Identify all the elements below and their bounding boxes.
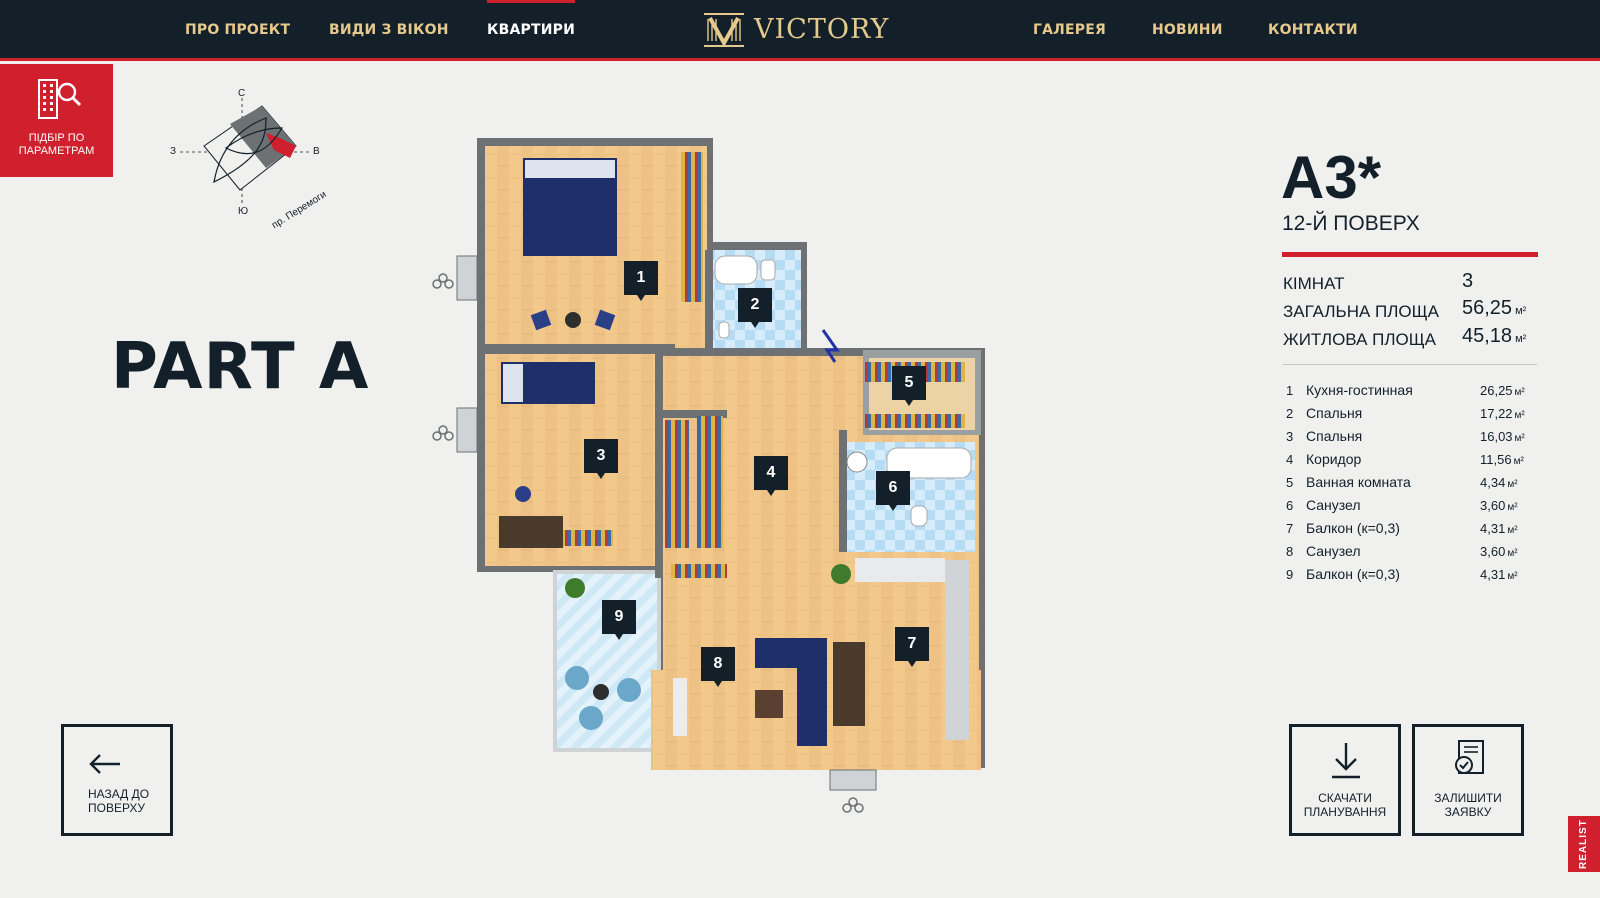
back-button-label: НАЗАД ДО ПОВЕРХУ (88, 787, 150, 815)
arrow-left-icon (89, 754, 120, 774)
plan-badge-6[interactable]: 6 (876, 471, 910, 511)
nav-news[interactable]: НОВИНИ (1152, 0, 1223, 61)
nav-gallery[interactable]: ГАЛЕРЕЯ (1033, 0, 1106, 61)
room-row-name: Санузел (1306, 497, 1361, 513)
stat-value-rooms: 3 (1462, 270, 1474, 292)
plan-badge-2[interactable]: 2 (738, 288, 772, 328)
room-row-area: 11,56 м² (1480, 452, 1524, 467)
plan-badge-4[interactable]: 4 (754, 456, 788, 496)
back-to-floor-button[interactable]: НАЗАД ДО ПОВЕРХУ (61, 724, 173, 836)
compass-north: С (238, 88, 246, 99)
room-row-area: 4,34 м² (1480, 475, 1518, 490)
plan-badge-3[interactable]: 3 (584, 439, 618, 479)
compass-south: Ю (238, 206, 249, 217)
download-icon (1332, 743, 1360, 779)
room-row-num: 3 (1286, 429, 1294, 444)
apartment-code: А3* (1281, 144, 1382, 211)
realist-badge[interactable]: REALIST (1568, 816, 1600, 872)
room-row-name: Коридор (1306, 451, 1362, 467)
apartment-floor: 12-Й ПОВЕРХ (1282, 212, 1420, 235)
stat-label-living-area: ЖИТЛОВА ПЛОЩА (1283, 330, 1437, 349)
floorplan-drawing (432, 138, 985, 813)
room-row-area: 26,25 м² (1480, 383, 1525, 398)
room-row-num: 8 (1286, 544, 1294, 559)
compass-west: З (170, 146, 177, 157)
room-row-area: 16,03 м² (1480, 429, 1525, 444)
nav-about-project[interactable]: ПРО ПРОЕКТ (185, 0, 290, 61)
room-row-num: 9 (1286, 567, 1294, 582)
building-orientation-icon (180, 98, 310, 206)
room-row-area: 17,22 м² (1480, 406, 1525, 421)
leave-request-button[interactable]: ЗАЛИШИТИ ЗАЯВКУ (1412, 724, 1524, 836)
divider-thin (1283, 364, 1537, 365)
stat-value-living-area: 45,18 м² (1462, 325, 1527, 347)
room-row-num: 1 (1286, 383, 1294, 398)
stat-label-rooms: КІМНАТ (1283, 274, 1345, 293)
download-plan-button[interactable]: СКАЧАТИ ПЛАНУВАННЯ (1289, 724, 1401, 836)
room-row-name: Спальня (1306, 428, 1363, 444)
logo-text: VICTORY (754, 14, 890, 45)
room-row-num: 6 (1286, 498, 1294, 513)
filter-by-parameters-button[interactable]: ПІДБІР ПО ПАРАМЕТРАМ (0, 64, 113, 177)
stat-value-total-area: 56,25 м² (1462, 297, 1527, 319)
request-button-label: ЗАЛИШИТИ ЗАЯВКУ (1434, 791, 1502, 819)
plan-badge-5[interactable]: 5 (892, 366, 926, 406)
room-row-num: 7 (1286, 521, 1294, 536)
compass-east: В (313, 146, 320, 157)
divider-red (1282, 252, 1538, 257)
plan-badge-7[interactable]: 7 (895, 627, 929, 667)
room-row-name: Балкон (к=0,3) (1306, 566, 1400, 582)
top-navigation-bar: ПРО ПРОЕКТ ВИДИ З ВІКОН КВАРТИРИ VICTORY… (0, 0, 1600, 61)
room-row-name: Балкон (к=0,3) (1306, 520, 1400, 536)
room-row-area: 3,60 м² (1480, 544, 1518, 559)
nav-contacts[interactable]: КОНТАКТИ (1268, 0, 1358, 61)
room-row-name: Санузел (1306, 543, 1361, 559)
nav-window-views[interactable]: ВИДИ З ВІКОН (329, 0, 449, 61)
download-button-label: СКАЧАТИ ПЛАНУВАННЯ (1303, 791, 1387, 819)
part-title: PART A (111, 330, 370, 404)
compass-orientation: С Ю З В (170, 88, 340, 258)
plan-badge-8[interactable]: 8 (701, 647, 735, 687)
plan-badge-1[interactable]: 1 (624, 261, 658, 301)
room-row-name: Кухня-гостинная (1306, 382, 1413, 398)
room-row-name: Спальня (1306, 405, 1363, 421)
room-row-name: Ванная комната (1306, 474, 1411, 490)
apartment-floorplan: 1 2 3 4 5 6 7 8 9 (425, 130, 1015, 830)
stat-label-total-area: ЗАГАЛЬНА ПЛОЩА (1283, 302, 1439, 321)
document-check-icon (1455, 740, 1484, 774)
filter-label: ПІДБІР ПО ПАРАМЕТРАМ (18, 132, 95, 157)
building-search-icon (38, 79, 82, 119)
room-row-area: 4,31 м² (1480, 521, 1518, 536)
room-row-num: 5 (1286, 475, 1294, 490)
victory-logo-mark-icon (704, 13, 744, 47)
room-row-num: 2 (1286, 406, 1294, 421)
room-row-area: 3,60 м² (1480, 498, 1518, 513)
plan-badge-9[interactable]: 9 (602, 600, 636, 640)
room-row-area: 4,31 м² (1480, 567, 1518, 582)
room-row-num: 4 (1286, 452, 1294, 467)
nav-apartments[interactable]: КВАРТИРИ (487, 0, 576, 61)
victory-logo[interactable]: VICTORY (704, 12, 889, 48)
